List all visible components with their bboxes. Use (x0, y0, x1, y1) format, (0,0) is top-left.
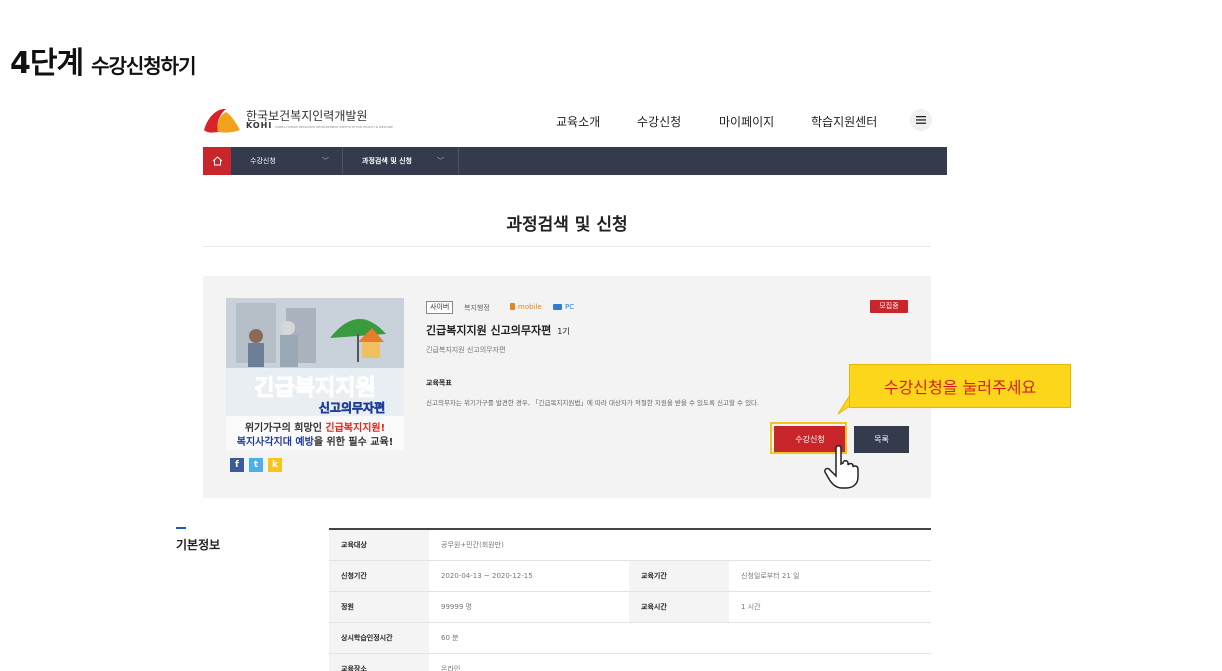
nav-mypage[interactable]: 마이페이지 (719, 113, 774, 130)
pc-tag: PC (553, 303, 574, 311)
mobile-label: mobile (518, 303, 542, 311)
course-type-tag: 사이버 (426, 301, 454, 314)
table-header-cell: 교육장소 (329, 654, 429, 671)
goal-heading: 교육목표 (426, 379, 452, 387)
nav-edu-intro[interactable]: 교육소개 (556, 113, 600, 130)
table-value-cell: 신청일로부터 21 일 (741, 572, 800, 580)
thumb-title-1: 긴급복지지원 (254, 376, 375, 401)
nav-course-apply[interactable]: 수강신청 (637, 113, 681, 130)
facebook-icon[interactable]: f (230, 458, 244, 472)
pc-icon (553, 304, 562, 310)
guide-title: 4단계 수강신청하기 (10, 38, 196, 82)
table-header-cell: 교육시간 (629, 592, 729, 622)
thumb-line-4: 복지사각지대 예방을 위한 필수 교육! (237, 435, 394, 448)
goal-text: 신고의무자는 위기가구를 발견한 경우, 「긴급복지지원법」에 따라 대상자가 … (426, 399, 760, 407)
kakaostory-icon[interactable]: k (268, 458, 282, 472)
logo-english-name: KOHI KOREA HUMAN RESOURCE DEVELOPMENT INS… (246, 121, 393, 130)
table-value-cell: 99999 명 (441, 603, 472, 611)
guide-step-title: 수강신청하기 (91, 54, 196, 78)
twitter-icon[interactable]: t (249, 458, 263, 472)
course-term: 1기 (557, 327, 570, 336)
hand-pointer-icon (824, 445, 859, 489)
sub-navigation-bar (203, 147, 947, 175)
thumb-line-3a: 위기가구의 희망인 (245, 421, 326, 434)
chevron-down-icon[interactable]: ﹀ (322, 147, 329, 175)
thumb-title-2: 신고의무자편 (319, 400, 385, 415)
hamburger-lines-icon (916, 116, 926, 124)
thumb-line-4a: 복지사각지대 예방 (237, 435, 315, 448)
table-header-cell: 신청기간 (329, 561, 429, 591)
thumbnail-illustration: 긴급복지지원 신고의무자편 위기가구의 희망인 긴급복지지원! 복지사각지대 예… (226, 298, 404, 450)
table-header-cell: 교육기간 (629, 561, 729, 591)
hamburger-icon[interactable] (910, 109, 932, 131)
chevron-down-icon[interactable]: ﹀ (437, 147, 444, 175)
mobile-tag: mobile (510, 303, 542, 311)
title-divider (203, 246, 931, 247)
section-marker (176, 527, 186, 529)
course-name: 긴급복지지원 신고의무자편 1기 (426, 322, 570, 338)
subnav-item-apply[interactable]: 수강신청 (250, 147, 276, 175)
thumb-line-3b: 긴급복지지원! (325, 421, 385, 434)
table-value-cell: 공무원+민간(회원만) (441, 541, 504, 549)
nav-learning-support[interactable]: 학습지원센터 (811, 113, 877, 130)
pc-label: PC (565, 303, 575, 311)
course-name-text: 긴급복지지원 신고의무자편 (426, 324, 552, 337)
subnav-divider (458, 147, 459, 175)
house-icon (212, 156, 222, 166)
course-subtitle: 긴급복지지원 신고의무자편 (426, 346, 506, 354)
guide-step: 4단계 (10, 46, 84, 81)
home-icon[interactable] (203, 147, 231, 175)
logo-en-main: KOHI (246, 121, 273, 130)
subnav-divider (342, 147, 343, 175)
status-badge: 모집중 (870, 300, 908, 313)
table-header-cell: 상시학습인정시간 (329, 623, 429, 653)
table-value-cell: 60 분 (441, 634, 459, 642)
table-header-cell: 정원 (329, 592, 429, 622)
mobile-icon (510, 303, 515, 310)
subnav-item-search[interactable]: 과정검색 및 신청 (362, 147, 412, 175)
page-title: 과정검색 및 신청 (506, 215, 628, 235)
table-value-cell: 2020-04-13 ~ 2020-12-15 (441, 572, 533, 580)
table-value-cell: 1 시간 (741, 603, 761, 611)
thumb-line-4b: 을 위한 필수 교육! (314, 435, 393, 448)
table-header-cell: 교육대상 (329, 530, 429, 560)
callout-tooltip: 수강신청을 눌러주세요 (849, 364, 1071, 408)
logo-en-sub: KOREA HUMAN RESOURCE DEVELOPMENT INSTITU… (275, 125, 393, 129)
course-thumbnail: 긴급복지지원 신고의무자편 위기가구의 희망인 긴급복지지원! 복지사각지대 예… (226, 298, 404, 450)
table-value-cell: 온라인 (441, 665, 461, 671)
basic-info-title: 기본정보 (176, 538, 221, 552)
kohi-logo-icon[interactable] (202, 106, 242, 134)
thumb-line-3: 위기가구의 희망인 긴급복지지원! (245, 421, 385, 434)
course-category: 복지행정 (464, 304, 490, 312)
